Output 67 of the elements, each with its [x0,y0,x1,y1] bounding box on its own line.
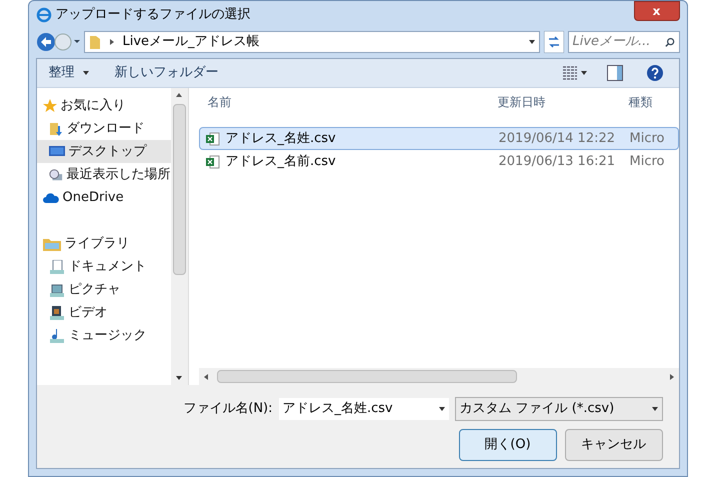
spreadsheet-file-icon [206,132,220,146]
back-forward-icon[interactable] [36,32,80,52]
file-name: アドレス_名前.csv [226,152,336,171]
spreadsheet-file-icon [206,154,220,168]
library-folder-icon [42,236,60,250]
sidebar-item[interactable]: お気に入り [36,94,170,117]
view-list-icon[interactable] [562,66,576,80]
monitor-icon [48,145,64,158]
new-folder-button[interactable]: 新しいフォルダー [114,63,218,83]
sidebar-item[interactable]: デスクトップ [36,140,170,163]
download-folder-icon [48,122,62,136]
sidebar-item[interactable]: ピクチャ [36,278,170,301]
scroll-down-icon [176,375,182,381]
scroll-left-icon [202,374,208,380]
sidebar-item[interactable]: 最近表示した場所 [36,163,170,186]
address-field[interactable]: Liveメール_アドレス帳 [84,31,540,53]
video-icon [48,306,64,320]
organize-button[interactable]: 整理 [48,63,78,83]
preview-pane-icon[interactable] [606,65,622,81]
star-icon [42,98,56,112]
file-type: Micro [630,152,664,171]
column-header[interactable]: 名前 [198,93,494,111]
help-icon[interactable] [646,65,662,81]
caret-icon [580,70,586,76]
search-field[interactable]: Liveメール... [568,31,680,53]
scroll-up-icon [176,92,182,98]
column-header[interactable]: 更新日時 [494,93,628,111]
file-row[interactable]: アドレス_名姓.csv 2019/06/14 12:22 Micro [198,127,678,150]
filename-label: ファイル名(N): [183,400,272,418]
sidebar-item[interactable]: ライブラリ [36,232,170,255]
filename-field[interactable]: アドレス_名姓.csv [278,398,448,420]
window-title: アップロードするファイルの選択 [56,6,250,24]
vertical-scrollbar[interactable] [170,88,188,385]
sidebar-item[interactable]: ダウンロード [36,117,170,140]
modified-date: 2019/06/13 16:21 [498,152,616,171]
chevron-icon [108,39,114,45]
file-type-dropdown[interactable]: カスタム ファイル (*.csv) [454,397,662,421]
close-button[interactable]: x [634,1,680,21]
scroll-right-icon [668,374,674,380]
scroll-thumb[interactable] [172,104,186,275]
refresh-icon[interactable] [544,31,564,53]
search-icon [664,36,674,48]
sidebar-item[interactable]: ミュージック [36,324,170,347]
recent-places-icon [48,168,62,182]
caret-icon [82,70,88,76]
horizontal-scrollbar[interactable] [198,368,678,385]
picture-icon [48,282,64,296]
folder-icon [88,34,100,50]
address-path: Liveメール_アドレス帳 [122,33,260,52]
file-row[interactable]: アドレス_名前.csv 2019/06/13 16:21 Micro [198,150,678,173]
document-icon [48,260,64,274]
scroll-thumb[interactable] [216,370,516,383]
music-note-icon [48,328,64,342]
modified-date: 2019/06/14 12:22 [498,130,616,148]
file-name: アドレス_名姓.csv [226,130,336,148]
cancel-button[interactable]: キャンセル [564,429,662,461]
open-button[interactable]: 開く(O) [458,429,556,461]
cloud-icon [42,192,58,202]
dropdown-caret-icon [528,39,534,45]
sidebar-item[interactable]: ビデオ [36,301,170,324]
column-header[interactable]: 種類 [628,93,652,111]
dropdown-caret-icon [652,406,658,412]
browser-logo-icon [36,7,52,23]
sidebar-item[interactable]: OneDrive [36,186,170,209]
dropdown-caret-icon [438,406,444,412]
file-type: Micro [630,130,664,148]
sidebar-item[interactable]: ドキュメント [36,255,170,278]
